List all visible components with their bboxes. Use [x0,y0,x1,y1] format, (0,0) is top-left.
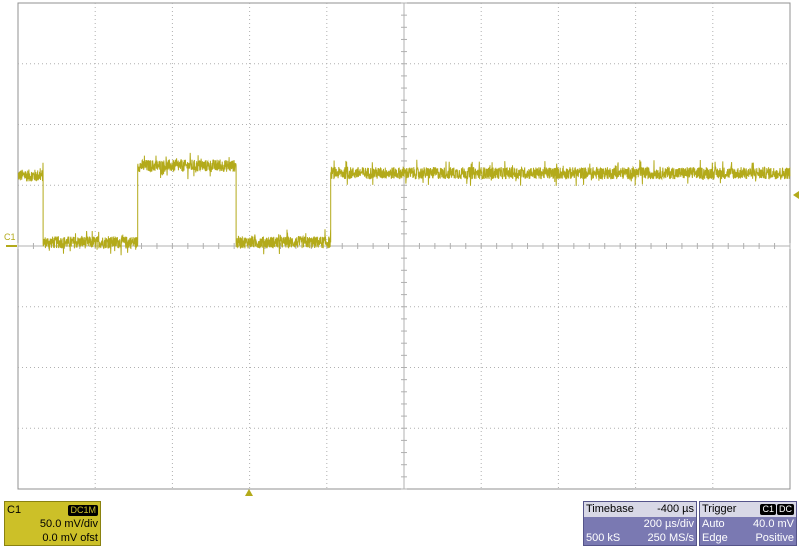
trigger-slope: Positive [755,532,794,544]
time-per-div: 200 µs/div [643,518,694,530]
timebase-descriptor-box[interactable]: Timebase -400 µs 200 µs/div 500 kS 250 M… [583,501,697,546]
trigger-level-marker-icon[interactable] [793,191,799,199]
trigger-position-marker-icon[interactable] [245,489,253,496]
timebase-title: Timebase [586,503,634,515]
trigger-descriptor-box[interactable]: Trigger C1 DC Auto 40.0 mV Edge Positive [699,501,797,546]
sample-rate: 250 MS/s [647,532,694,544]
timebase-delay: -400 µs [657,503,694,515]
waveform-plot [6,152,791,256]
trigger-level: 40.0 mV [753,518,794,530]
waveform-display[interactable]: C1 [0,0,800,500]
trigger-type: Edge [702,532,728,544]
volts-per-div: 50.0 mV/div [39,518,98,530]
series-line [17,152,791,256]
coupling-tag: DC1M [68,505,98,516]
trigger-coupling-tag: DC [777,504,794,515]
channel-descriptor-box[interactable]: C1 DC1M 50.0 mV/div 0.0 mV ofst [4,501,101,546]
channel-marker-label: C1 [4,232,16,242]
trigger-mode: Auto [702,518,725,530]
trigger-title: Trigger [702,503,737,515]
channel-name: C1 [7,504,22,516]
sample-count: 500 kS [586,532,621,544]
trigger-source-tag: C1 [760,504,776,515]
channel-offset: 0.0 mV ofst [42,532,98,544]
